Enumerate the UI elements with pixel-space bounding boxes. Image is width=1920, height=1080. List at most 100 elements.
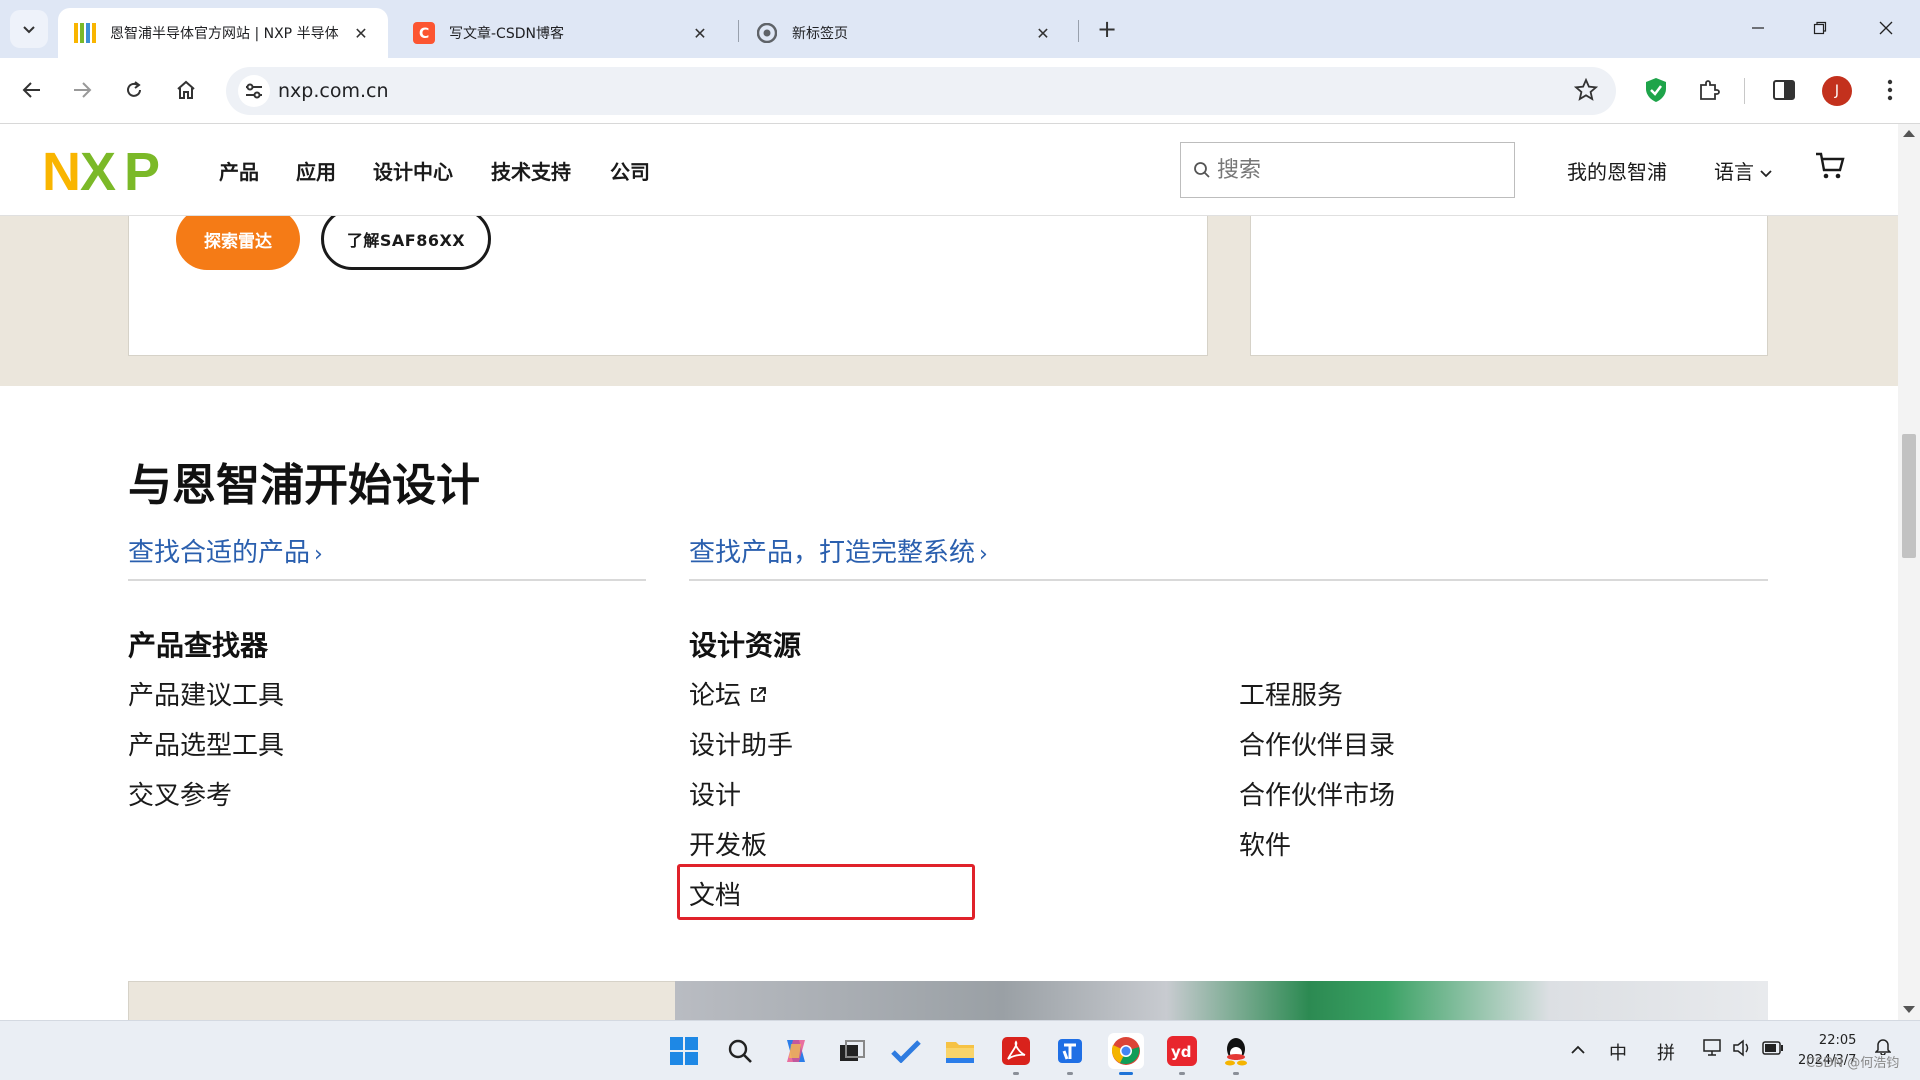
extension-shield-button[interactable]: [1636, 70, 1676, 110]
chevron-right-icon: ›: [314, 542, 323, 567]
close-tab-icon[interactable]: ✕: [1032, 22, 1054, 44]
side-panel-button[interactable]: [1764, 70, 1804, 110]
browser-tab-strip: 恩智浦半导体官方网站 | NXP 半导体 ✕ C 写文章-CSDN博客 ✕ 新标…: [0, 0, 1920, 58]
back-button[interactable]: [12, 70, 52, 110]
site-info-button[interactable]: [238, 75, 270, 107]
nav-company[interactable]: 公司: [610, 156, 650, 185]
svg-text:P: P: [124, 146, 159, 196]
close-window-button[interactable]: [1858, 10, 1914, 46]
tab-nxp[interactable]: 恩智浦半导体官方网站 | NXP 半导体 ✕: [58, 8, 388, 58]
minimize-button[interactable]: [1730, 10, 1786, 46]
browser-menu-button[interactable]: [1870, 70, 1910, 110]
search-input[interactable]: [1217, 157, 1497, 183]
nav-products[interactable]: 产品: [219, 156, 259, 185]
restore-icon: [1813, 21, 1827, 35]
divider: [689, 579, 1768, 581]
battery-icon[interactable]: [1762, 1039, 1784, 1060]
url-text[interactable]: nxp.com.cn: [278, 80, 389, 102]
tab-separator: [738, 20, 739, 42]
feishu-app-icon[interactable]: [1052, 1033, 1088, 1075]
learn-saf86xx-button[interactable]: 了解SAF86XX: [321, 208, 491, 270]
profile-avatar[interactable]: J: [1822, 76, 1852, 106]
list-item[interactable]: 设计助手: [689, 725, 793, 762]
list-item[interactable]: 工程服务: [1239, 675, 1343, 712]
list-item[interactable]: 产品选型工具: [128, 725, 284, 762]
scroll-up-icon[interactable]: [1903, 130, 1915, 137]
page-viewport: 探索雷达 了解SAF86XX N X P 产品 应用 设计中心 技术支持 公司 …: [0, 124, 1898, 1020]
design-resources-heading: 设计资源: [689, 629, 802, 662]
chevron-right-icon: ›: [979, 542, 988, 567]
link-label: 查找合适的产品: [128, 538, 311, 568]
chrome-taskbar-icon[interactable]: [1108, 1033, 1144, 1075]
reload-icon: [127, 81, 141, 97]
youdao-icon[interactable]: yd: [1164, 1033, 1200, 1075]
tab-title: 写文章-CSDN博客: [449, 26, 564, 42]
section-title: 与恩智浦开始设计: [128, 460, 480, 511]
file-explorer-icon[interactable]: [942, 1033, 978, 1069]
nav-applications[interactable]: 应用: [296, 156, 336, 185]
scrollbar-thumb[interactable]: [1902, 434, 1916, 558]
copilot-icon[interactable]: [778, 1033, 814, 1069]
svg-text:yd: yd: [1171, 1043, 1192, 1061]
my-nxp-link[interactable]: 我的恩智浦: [1567, 156, 1667, 185]
page-scrollbar[interactable]: [1898, 124, 1920, 1020]
forward-button[interactable]: [62, 70, 102, 110]
list-item[interactable]: 交叉参考: [128, 775, 232, 812]
address-bar[interactable]: nxp.com.cn: [226, 67, 1616, 115]
puzzle-icon: [1700, 80, 1720, 100]
windows-start-icon[interactable]: [666, 1033, 702, 1069]
active-indicator: [1119, 1072, 1133, 1075]
todo-app-icon[interactable]: [888, 1033, 924, 1069]
search-icon[interactable]: [722, 1033, 758, 1069]
svg-text:C: C: [419, 26, 429, 42]
ime-mode-indicator[interactable]: 中: [1609, 1039, 1627, 1065]
home-button[interactable]: [166, 70, 206, 110]
reload-button[interactable]: [114, 70, 154, 110]
tab-newtab[interactable]: 新标签页 ✕: [740, 8, 1070, 58]
link-label: 查找产品，打造完整系统: [689, 538, 976, 568]
cart-icon[interactable]: [1815, 152, 1845, 184]
search-icon: [1194, 162, 1210, 178]
tune-icon: [246, 83, 262, 99]
site-search[interactable]: [1180, 142, 1515, 198]
csdn-favicon-icon: C: [413, 22, 435, 44]
circuit-board-image: [675, 981, 1768, 1020]
nxp-logo[interactable]: N X P: [42, 142, 180, 202]
explore-radar-button[interactable]: 探索雷达: [176, 208, 300, 270]
list-item[interactable]: 合作伙伴市场: [1239, 775, 1395, 812]
close-tab-icon[interactable]: ✕: [689, 22, 711, 44]
forum-link[interactable]: 论坛: [689, 675, 767, 712]
scroll-down-icon[interactable]: [1903, 1006, 1915, 1013]
chevron-down-icon: [23, 26, 35, 34]
nav-design-center[interactable]: 设计中心: [373, 156, 453, 185]
list-item[interactable]: 合作伙伴目录: [1239, 725, 1395, 762]
list-item[interactable]: 产品建议工具: [128, 675, 284, 712]
tab-search-button[interactable]: [10, 10, 48, 48]
list-item[interactable]: 软件: [1239, 825, 1291, 862]
tab-csdn[interactable]: C 写文章-CSDN博客 ✕: [397, 8, 727, 58]
acrobat-icon[interactable]: [998, 1033, 1034, 1075]
build-system-link[interactable]: 查找产品，打造完整系统 ›: [689, 532, 988, 569]
language-selector[interactable]: 语言: [1714, 156, 1772, 185]
toolbar-divider: [1744, 78, 1745, 104]
nav-support[interactable]: 技术支持: [491, 156, 571, 185]
arrow-left-icon: [22, 82, 40, 98]
restore-button[interactable]: [1792, 10, 1848, 46]
task-view-icon[interactable]: [834, 1033, 870, 1069]
tray-overflow-icon[interactable]: [1570, 1039, 1586, 1060]
extensions-button[interactable]: [1689, 70, 1729, 110]
qq-icon[interactable]: [1218, 1033, 1254, 1075]
close-tab-icon[interactable]: ✕: [350, 22, 372, 44]
ime-input-indicator[interactable]: 拼: [1657, 1039, 1675, 1065]
find-product-link[interactable]: 查找合适的产品 ›: [128, 532, 323, 569]
tab-title: 新标签页: [792, 26, 848, 42]
volume-icon[interactable]: [1732, 1039, 1752, 1062]
network-icon[interactable]: [1703, 1039, 1723, 1062]
minimize-icon: [1752, 27, 1764, 29]
running-indicator: [1179, 1072, 1185, 1075]
bookmark-star-icon[interactable]: [1573, 77, 1599, 106]
new-tab-button[interactable]: +: [1092, 14, 1122, 44]
list-item-label: 论坛: [689, 681, 742, 711]
list-item[interactable]: 设计: [689, 775, 741, 812]
list-item[interactable]: 开发板: [689, 825, 767, 862]
